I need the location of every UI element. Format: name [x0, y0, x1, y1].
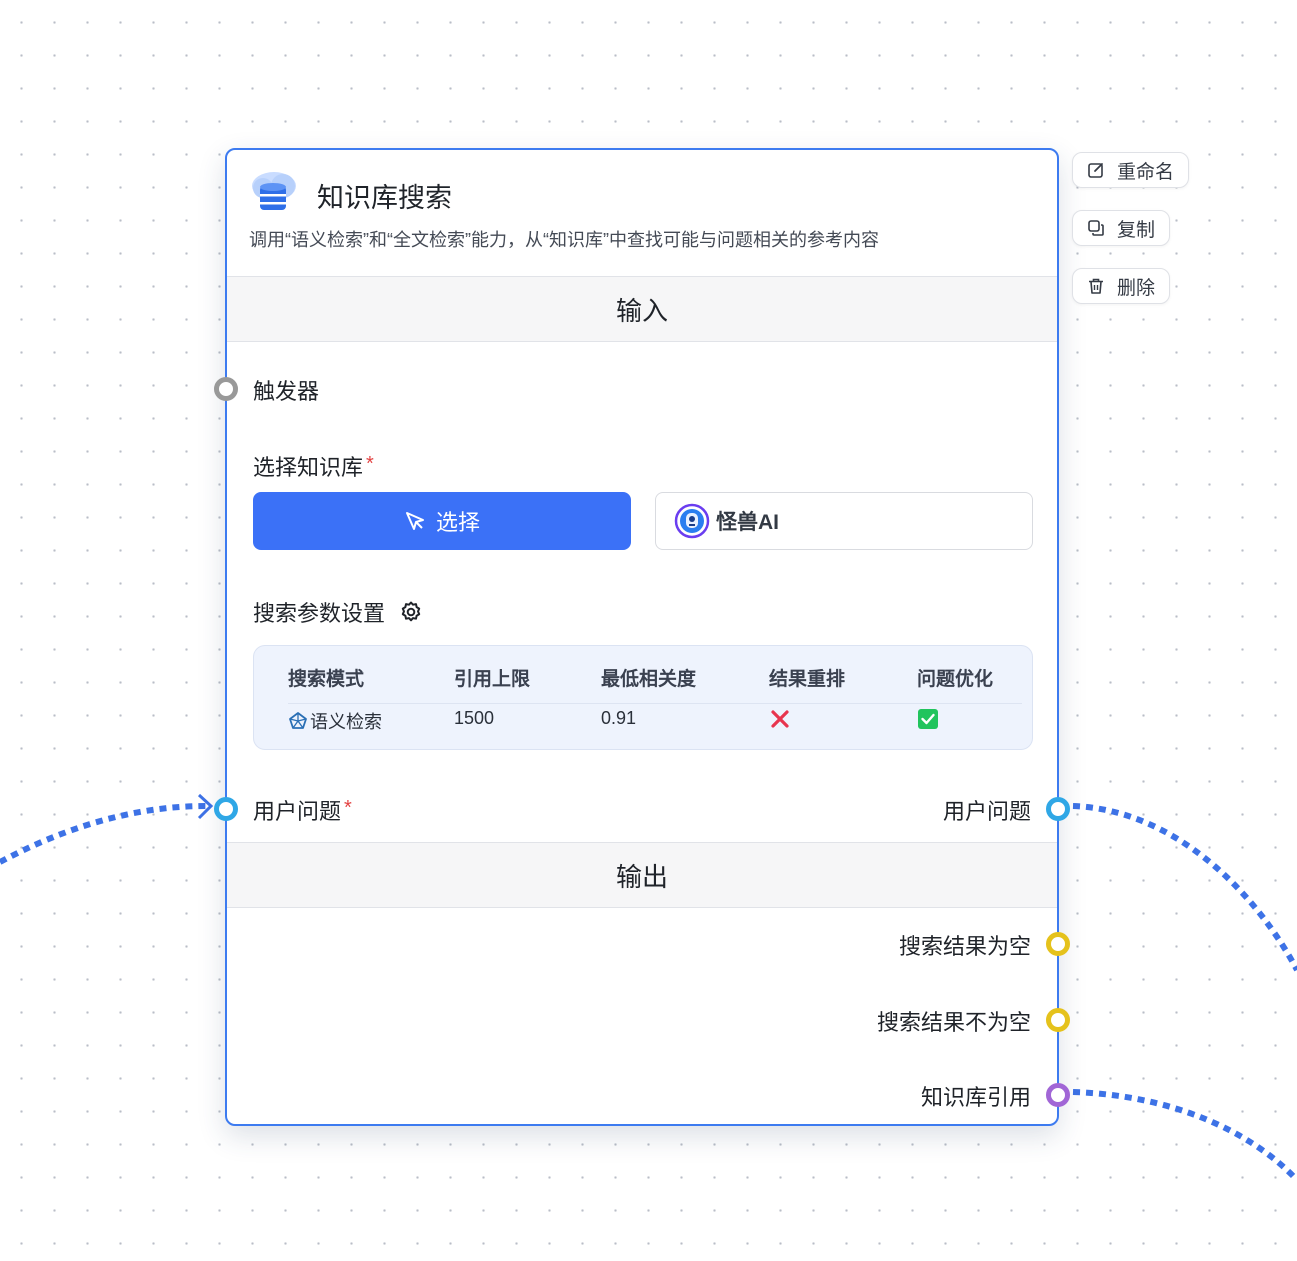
- user-question-input-handle[interactable]: [214, 797, 238, 821]
- output-section-title: 输出: [615, 861, 668, 892]
- header-query-optimize: 问题优化: [917, 669, 994, 690]
- trigger-label: 触发器: [253, 379, 320, 404]
- cursor-pointer-icon: [405, 512, 424, 530]
- output-empty-label: 搜索结果为空: [898, 934, 1031, 959]
- outgoing-edge-user-question: [1072, 803, 1297, 972]
- copy-label: 复制: [1117, 219, 1156, 241]
- selected-kb-name: 怪兽AI: [716, 511, 779, 534]
- select-button-label: 选择: [435, 510, 480, 535]
- output-kb-quote-handle[interactable]: [1046, 1083, 1070, 1107]
- required-mark: *: [366, 453, 374, 475]
- quote-limit-value: 1500: [454, 708, 495, 728]
- knowledge-search-node[interactable]: 知识库搜索 调用“语义检索”和“全文检索”能力，从“知识库”中查找可能与问题相关…: [214, 148, 1070, 1126]
- min-similarity-value: 0.91: [601, 708, 637, 728]
- output-empty-handle[interactable]: [1046, 932, 1070, 956]
- incoming-edge-user-question: [0, 803, 207, 865]
- selected-kb-chip[interactable]: 怪兽AI: [655, 492, 1033, 550]
- user-question-input-label: 用户问题 *: [253, 794, 352, 826]
- header-search-mode: 搜索模式: [288, 669, 365, 690]
- query-optimize-check-icon: [917, 708, 939, 735]
- rename-button[interactable]: 重命名: [1072, 152, 1190, 188]
- user-question-output-handle[interactable]: [1046, 797, 1070, 821]
- user-question-label-text: 用户问题: [253, 799, 342, 824]
- output-kb-quote-label: 知识库引用: [920, 1085, 1031, 1110]
- copy-icon: [1088, 220, 1104, 236]
- edit-icon: [1088, 163, 1103, 178]
- rerank-false-icon: [769, 708, 791, 735]
- user-question-output-label: 用户问题: [942, 799, 1031, 824]
- search-params-table[interactable]: 搜索模式 引用上限 最低相关度 结果重排 问题优化 语义检索 1500 0.91: [253, 645, 1033, 750]
- kb-select-label: 选择知识库 *: [253, 450, 374, 482]
- gear-icon[interactable]: [399, 600, 423, 624]
- search-params-title: 搜索参数设置: [253, 596, 423, 628]
- header-quote-limit: 引用上限: [454, 669, 531, 690]
- output-section-header: 输出: [227, 842, 1057, 908]
- search-mode-value: 语义检索: [310, 712, 382, 732]
- delete-button[interactable]: 删除: [1072, 268, 1171, 304]
- outgoing-edge-kb-quote: [1072, 1089, 1297, 1183]
- database-cloud-icon: [252, 172, 296, 210]
- trigger-handle[interactable]: [214, 377, 238, 401]
- input-section-header: 输入: [227, 276, 1057, 342]
- required-mark: *: [344, 797, 352, 819]
- copy-button[interactable]: 复制: [1072, 210, 1171, 246]
- output-not-empty-label: 搜索结果不为空: [876, 1010, 1031, 1035]
- delete-label: 删除: [1117, 277, 1156, 299]
- search-mode-cell: 语义检索: [288, 708, 382, 734]
- node-header: 知识库搜索 调用“语义检索”和“全文检索”能力，从“知识库”中查找可能与问题相关…: [227, 150, 1057, 276]
- header-min-similarity: 最低相关度: [601, 669, 697, 690]
- header-rerank: 结果重排: [769, 669, 846, 690]
- monster-ai-logo-icon: [674, 503, 710, 539]
- node-title: 知识库搜索: [317, 183, 452, 213]
- input-section-title: 输入: [615, 295, 668, 326]
- output-not-empty-handle[interactable]: [1046, 1008, 1070, 1032]
- select-kb-button[interactable]: 选择: [253, 492, 631, 550]
- params-table-divider: [288, 703, 1022, 704]
- rename-label: 重命名: [1117, 161, 1175, 183]
- kb-select-label-text: 选择知识库: [253, 455, 364, 480]
- node-description: 调用“语义检索”和“全文检索”能力，从“知识库”中查找可能与问题相关的参考内容: [249, 230, 879, 250]
- semantic-search-icon: [289, 712, 307, 729]
- trash-icon: [1089, 278, 1103, 294]
- search-params-label: 搜索参数设置: [253, 601, 386, 626]
